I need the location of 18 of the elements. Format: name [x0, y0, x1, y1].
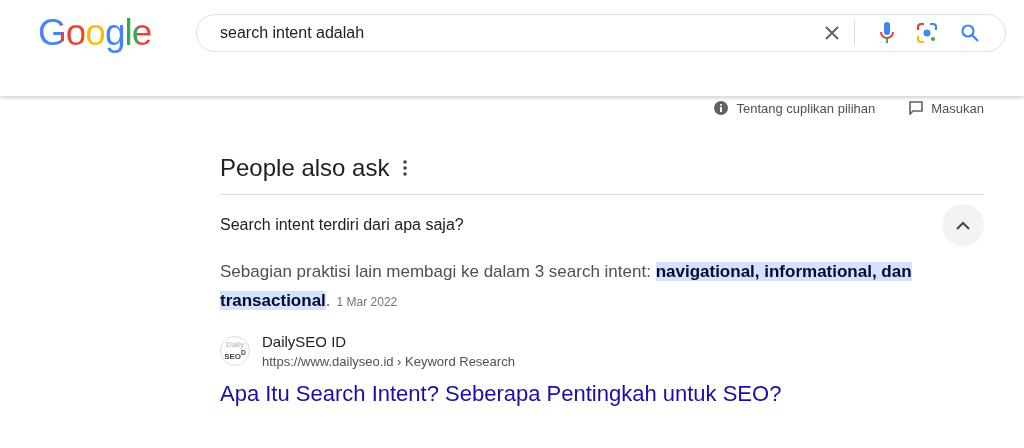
result-link[interactable]: Apa Itu Search Intent? Seberapa Pentingkah untuk SEO?: [220, 381, 782, 407]
search-query: search intent adalah: [220, 24, 366, 42]
chevron-up-icon: [956, 220, 970, 230]
answer-text: Sebagian praktisi lain membagi ke dalam 3 search intent: navigational, informational, dan transactional. 1 Mar 2022: [220, 261, 913, 312]
site-name: DailySEO ID: [262, 333, 348, 350]
close-icon[interactable]: [824, 25, 840, 41]
info-icon: [714, 101, 729, 115]
snippet-link[interactable]: Tentang cuplikan pilihan: [736, 100, 876, 116]
collapse-button[interactable]: [942, 204, 984, 246]
question[interactable]: Search intent terdiri dari apa saja?: [220, 216, 464, 234]
section-heading: People also ask: [220, 154, 390, 182]
search-icon[interactable]: [960, 23, 980, 43]
microphone-icon[interactable]: [880, 22, 894, 44]
feedback-icon: [909, 101, 924, 115]
camera-icon[interactable]: [916, 22, 938, 44]
snippet-link[interactable]: Masukan: [931, 100, 984, 116]
site-url: https://www.dailyseo.id › Keyword Research: [262, 354, 515, 369]
more-options-icon[interactable]: [403, 160, 408, 176]
